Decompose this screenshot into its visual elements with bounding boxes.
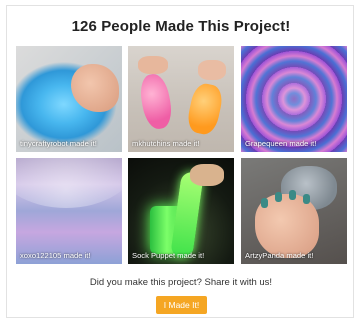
- gallery-tile[interactable]: tinycraftyrobot made it!: [16, 46, 122, 152]
- gallery-tile[interactable]: mkhutchins made it!: [128, 46, 234, 152]
- share-prompt: Did you make this project? Share it with…: [89, 277, 273, 288]
- nail-image: [303, 194, 310, 204]
- made-it-gallery: tinycraftyrobot made it! mkhutchins made…: [16, 46, 347, 267]
- gallery-tile[interactable]: xoxo122105 made it!: [16, 158, 122, 264]
- gallery-tile[interactable]: Grapequeen made it!: [241, 46, 347, 152]
- finger-image: [198, 60, 226, 80]
- nail-image: [261, 198, 268, 208]
- glow-overlay: [241, 46, 347, 152]
- gallery-tile[interactable]: Sock Puppet made it!: [128, 158, 234, 264]
- gallery-tile[interactable]: ArtzyPanda made it!: [241, 158, 347, 264]
- tile-caption: Grapequeen made it!: [245, 139, 317, 148]
- tile-caption: Sock Puppet made it!: [132, 251, 205, 260]
- tile-caption: ArtzyPanda made it!: [245, 251, 314, 260]
- i-made-it-button[interactable]: I Made It!: [156, 296, 207, 314]
- tile-caption: mkhutchins made it!: [132, 139, 200, 148]
- nail-image: [289, 190, 296, 200]
- hand-image: [190, 164, 224, 186]
- page-title: 126 People Made This Project!: [71, 18, 291, 35]
- tile-caption: tinycraftyrobot made it!: [20, 139, 97, 148]
- tile-caption: xoxo122105 made it!: [20, 251, 91, 260]
- finger-image: [138, 56, 168, 74]
- nail-image: [275, 192, 282, 202]
